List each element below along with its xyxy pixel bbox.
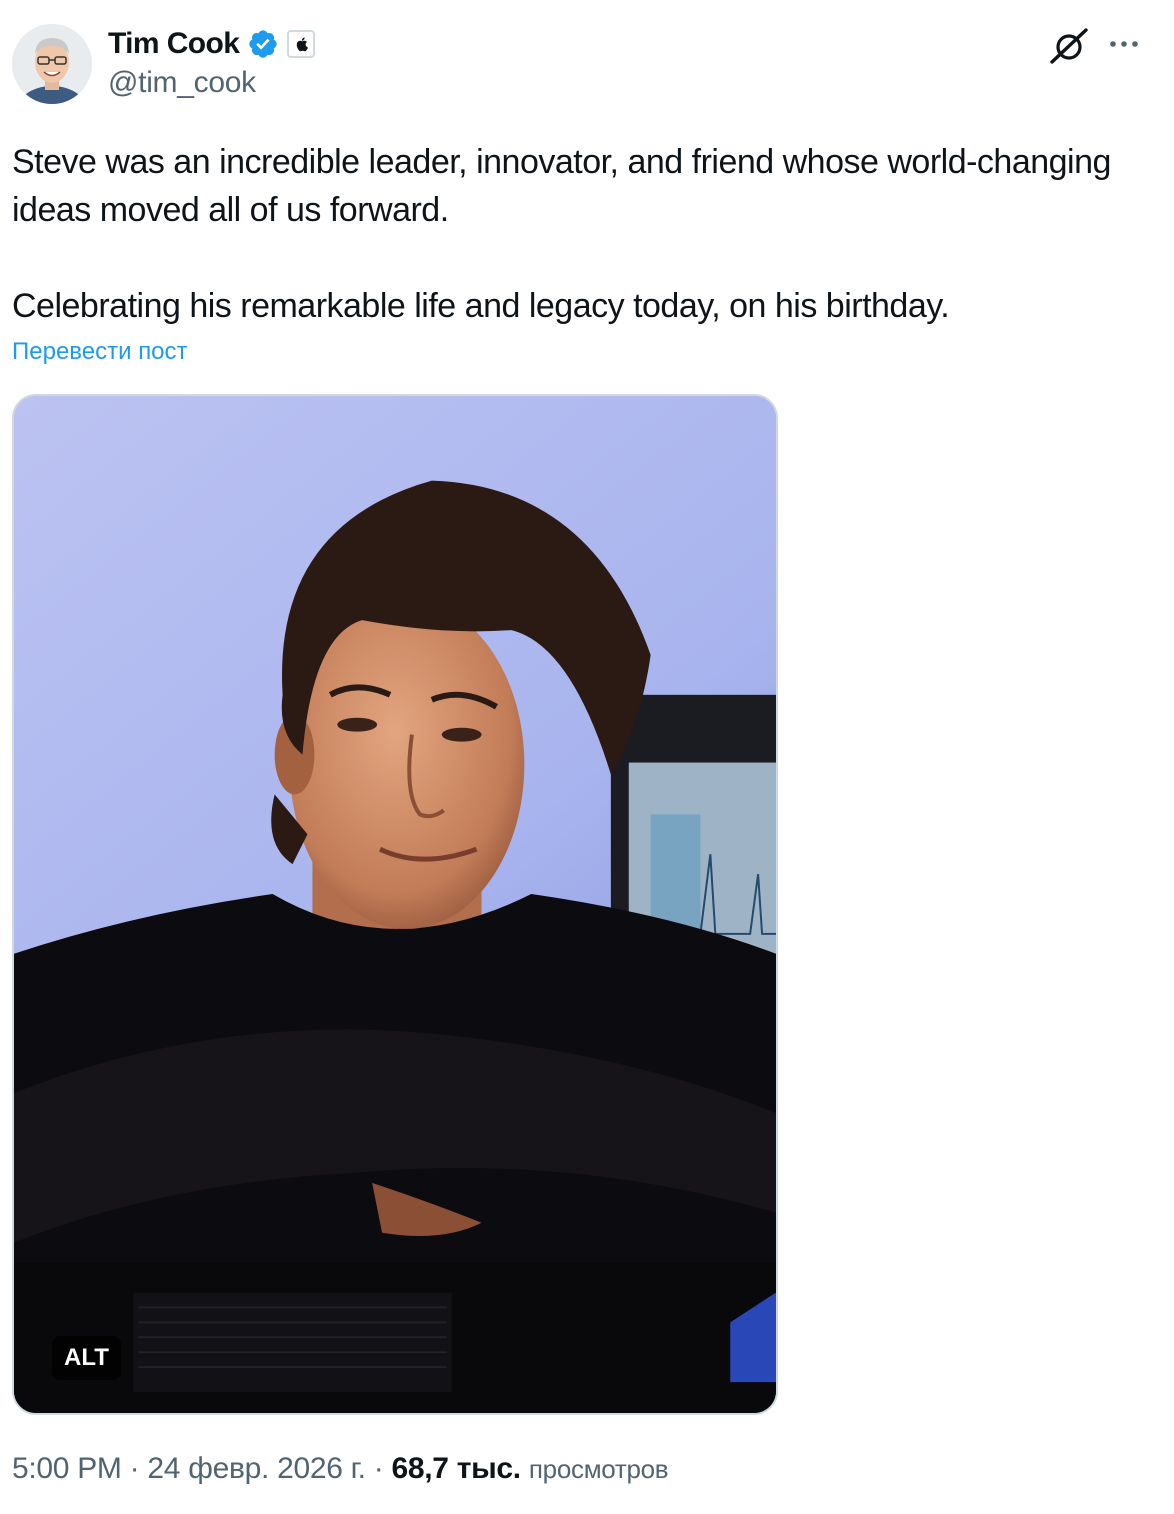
views-count[interactable]: 68,7 тыс. [391, 1452, 521, 1485]
tweet-date[interactable]: 24 февр. 2026 г. [147, 1452, 366, 1485]
tweet: Tim Cook @tim_cook Steve was an incredib… [0, 0, 1174, 1514]
alt-text-badge[interactable]: ALT [52, 1336, 121, 1380]
meta-separator: · [129, 1452, 140, 1485]
tweet-meta: 5:00 PM · 24 февр. 2026 г. · 68,7 тыс. п… [12, 1452, 669, 1486]
meta-separator: · [373, 1452, 384, 1485]
grok-icon[interactable] [1046, 24, 1092, 70]
tweet-paragraph: Steve was an incredible leader, innovato… [12, 143, 1120, 229]
author-avatar[interactable] [12, 24, 92, 104]
avatar-image [12, 24, 92, 104]
translate-post-link[interactable]: Перевести пост [12, 338, 188, 366]
tweet-photo[interactable]: ALT [12, 394, 778, 1415]
tweet-paragraph: Celebrating his remarkable life and lega… [12, 287, 950, 325]
author-name-row: Tim Cook [108, 26, 316, 62]
tweet-text: Steve was an incredible leader, innovato… [12, 138, 1132, 330]
apple-logo-icon[interactable] [287, 30, 316, 58]
portrait-photo [14, 396, 776, 1413]
verified-badge-icon[interactable] [247, 28, 279, 60]
more-options-icon[interactable] [1104, 28, 1144, 64]
views-label: просмотров [528, 1454, 669, 1484]
tweet-time[interactable]: 5:00 PM [12, 1452, 122, 1485]
author-display-name[interactable]: Tim Cook [108, 27, 240, 61]
author-handle[interactable]: @tim_cook [108, 66, 256, 100]
